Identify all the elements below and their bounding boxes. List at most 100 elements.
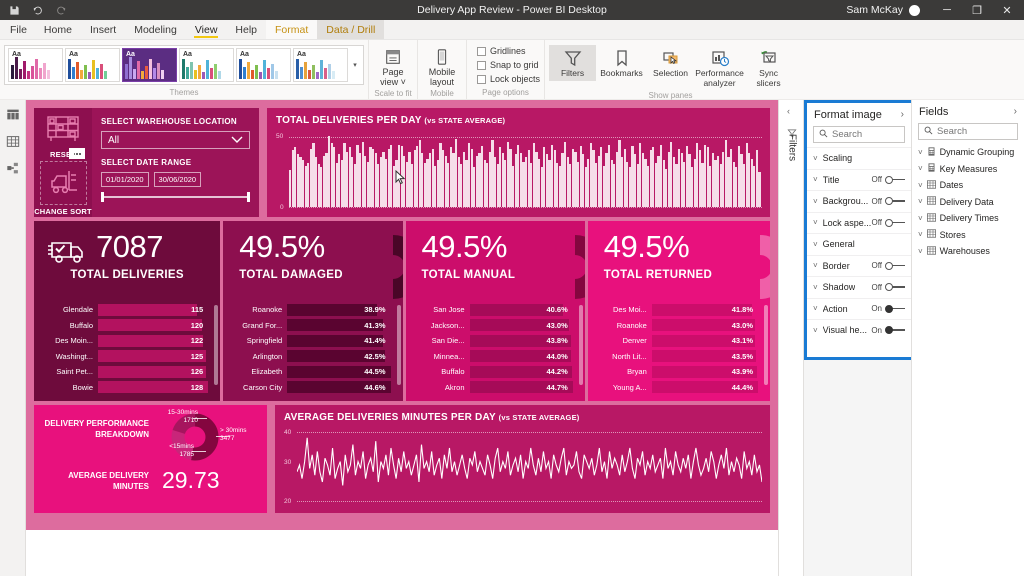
ribbon-tab-insert[interactable]: Insert	[81, 20, 125, 39]
checkbox-snap-to-grid[interactable]: Snap to grid	[477, 59, 539, 71]
kpi-list-row[interactable]: Jackson... 43.0%	[420, 319, 573, 332]
kpi-scrollbar[interactable]	[764, 305, 769, 385]
format-row-general[interactable]: ˅ General	[807, 233, 911, 255]
kpi-list-row[interactable]: Springfield 41.4%	[237, 334, 390, 347]
warehouse-dropdown[interactable]: All	[101, 131, 250, 149]
sync-slicers-button[interactable]: Sync slicers	[745, 45, 792, 91]
kpi-card-total-deliveries[interactable]: 7087 TOTAL DELIVERIES Glendale 115 Buffalo…	[34, 221, 221, 401]
kpi-list-row[interactable]: San Die... 43.8%	[420, 334, 573, 347]
chevron-down-icon[interactable]: ˅	[918, 247, 923, 256]
format-row-backgrou[interactable]: ˅ Backgrou... Off	[807, 190, 911, 212]
chevron-down-icon[interactable]: ˅	[813, 283, 818, 292]
date-start-input[interactable]: 01/01/2020	[101, 172, 149, 187]
kpi-card-total-returned[interactable]: 49.5% TOTAL RETURNED Des Moi... 41.8% Roan…	[587, 221, 771, 401]
kpi-row-bar[interactable]: 44.7%	[469, 381, 573, 393]
toggle-switch[interactable]	[885, 197, 905, 206]
account-name[interactable]: Sam McKay	[846, 4, 903, 16]
format-row-action[interactable]: ˅ Action On	[807, 297, 911, 320]
selection-pane-button[interactable]: Selection	[647, 45, 694, 81]
kpi-row-bar[interactable]: 126	[98, 365, 208, 378]
format-row-border[interactable]: ˅ Border Off	[807, 254, 911, 277]
field-item-key-measures[interactable]: ˅ Key Measures	[912, 161, 1024, 178]
format-image-pane[interactable]: Format image › Search ˅ Scaling ˅ Title Off ˅…	[804, 100, 914, 360]
report-page[interactable]: RESET CHANGE SORT SELECT WAREHOUSE LOCAT…	[26, 100, 778, 530]
bar[interactable]	[758, 171, 761, 207]
kpi-list-row[interactable]: Bryan 43.9%	[602, 365, 758, 378]
total-deliveries-per-day-chart[interactable]: TOTAL DELIVERIES PER DAY (vs STATE AVERA…	[267, 108, 770, 217]
kpi-row-bar[interactable]: 43.9%	[651, 365, 758, 378]
chevron-down-icon[interactable]: ˅	[918, 148, 923, 157]
date-range-slider[interactable]	[101, 192, 250, 202]
change-sort-button[interactable]	[40, 161, 87, 205]
restore-button[interactable]: ❐	[962, 0, 992, 20]
kpi-row-bar[interactable]: 44.5%	[287, 365, 391, 378]
kpi-list-row[interactable]: Denver 43.1%	[602, 334, 758, 347]
kpi-row-bar[interactable]: 43.1%	[651, 334, 758, 347]
filters-pane-collapsed[interactable]: ‹ Filters	[778, 100, 804, 576]
chevron-down-icon[interactable]: ˅	[918, 164, 923, 173]
kpi-row-bar[interactable]: 41.3%	[287, 319, 390, 331]
field-item-delivery-times[interactable]: ˅ Delivery Times	[912, 210, 1024, 227]
ribbon-tab-format[interactable]: Format	[266, 20, 318, 39]
chevron-down-icon[interactable]: ˅	[918, 230, 923, 239]
delivery-performance-panel[interactable]: DELIVERY PERFORMANCE BREAKDOWN 15-30mins…	[34, 405, 267, 513]
kpi-list-row[interactable]: Arlington 42.5%	[237, 350, 390, 363]
checkbox-lock-objects[interactable]: Lock objects	[477, 73, 540, 85]
change-sort-label[interactable]: CHANGE SORT	[34, 207, 92, 216]
close-button[interactable]: ✕	[992, 0, 1022, 20]
format-row-toggle[interactable]: Off	[871, 218, 905, 227]
format-row-toggle[interactable]: On	[871, 304, 905, 313]
format-row-toggle[interactable]: Off	[871, 175, 905, 184]
chevron-right-icon[interactable]: ›	[901, 109, 904, 120]
minutes-line-path[interactable]	[297, 431, 762, 499]
kpi-list-row[interactable]: Akron 44.7%	[420, 381, 573, 394]
data-view-icon[interactable]	[4, 133, 22, 149]
kpi-row-bar[interactable]: 41.4%	[287, 334, 390, 347]
kpi-list-row[interactable]: Buffalo 120	[48, 319, 208, 332]
field-item-dynamic-grouping[interactable]: ˅ Dynamic Grouping	[912, 144, 1024, 161]
kpi-row-bar[interactable]: 44.4%	[651, 381, 759, 393]
bookmarks-pane-button[interactable]: Bookmarks	[598, 45, 645, 81]
report-view-icon[interactable]	[4, 106, 22, 122]
format-row-shadow[interactable]: ˅ Shadow Off	[807, 276, 911, 298]
chevron-down-icon[interactable]: ˅	[813, 218, 818, 227]
kpi-row-bar[interactable]: 120	[98, 319, 208, 331]
toggle-switch[interactable]	[885, 304, 905, 313]
kpi-list-row[interactable]: Minnea... 44.0%	[420, 350, 573, 363]
format-row-scaling[interactable]: ˅ Scaling	[807, 147, 911, 169]
kpi-list-row[interactable]: Elizabeth 44.5%	[237, 365, 391, 378]
field-item-warehouses[interactable]: ˅ Warehouses	[912, 243, 1024, 260]
themes-more-button[interactable]: ▾	[349, 48, 361, 82]
ribbon-tab-home[interactable]: Home	[35, 20, 81, 39]
format-row-visual-he[interactable]: ˅ Visual he... On	[807, 319, 911, 341]
format-row-lock-aspe[interactable]: ˅ Lock aspe... Off	[807, 211, 911, 234]
kpi-row-bar[interactable]: 44.6%	[287, 381, 391, 393]
chevron-down-icon[interactable]: ˅	[813, 197, 818, 206]
kpi-list-row[interactable]: Glendale 115	[48, 303, 208, 316]
chevron-right-icon[interactable]: ›	[1014, 106, 1017, 117]
toggle-switch[interactable]	[885, 218, 905, 227]
ribbon-tab-view[interactable]: View	[186, 20, 227, 39]
kpi-list-row[interactable]: Bowie 128	[48, 381, 209, 394]
toggle-switch[interactable]	[885, 175, 905, 184]
theme-swatch[interactable]: Aa	[293, 48, 348, 82]
theme-swatch[interactable]: Aa	[65, 48, 120, 82]
field-item-stores[interactable]: ˅ Stores	[912, 227, 1024, 244]
kpi-list-row[interactable]: Washingt... 125	[48, 350, 208, 363]
chevron-down-icon[interactable]: ˅	[813, 240, 818, 249]
kpi-row-bar[interactable]: 43.5%	[651, 350, 758, 362]
kpi-row-bar[interactable]: 115	[98, 303, 208, 316]
chevron-down-icon[interactable]: ˅	[813, 304, 818, 313]
kpi-row-bar[interactable]: 122	[98, 334, 208, 347]
format-row-title[interactable]: ˅ Title Off	[807, 168, 911, 191]
undo-icon[interactable]	[31, 4, 44, 17]
theme-swatch[interactable]: Aa	[179, 48, 234, 82]
chevron-down-icon[interactable]: ˅	[813, 326, 818, 335]
kpi-row-bar[interactable]: 42.5%	[287, 350, 390, 362]
chevron-down-icon[interactable]: ˅	[813, 261, 818, 270]
format-row-toggle[interactable]: Off	[871, 197, 905, 206]
filters-pane-label[interactable]: Filters	[787, 126, 798, 170]
kpi-list[interactable]: Glendale 115 Buffalo 120 Des Moin... 122 Washi…	[48, 303, 209, 396]
format-row-toggle[interactable]: Off	[871, 261, 905, 270]
theme-swatch[interactable]: Aa	[8, 48, 63, 82]
